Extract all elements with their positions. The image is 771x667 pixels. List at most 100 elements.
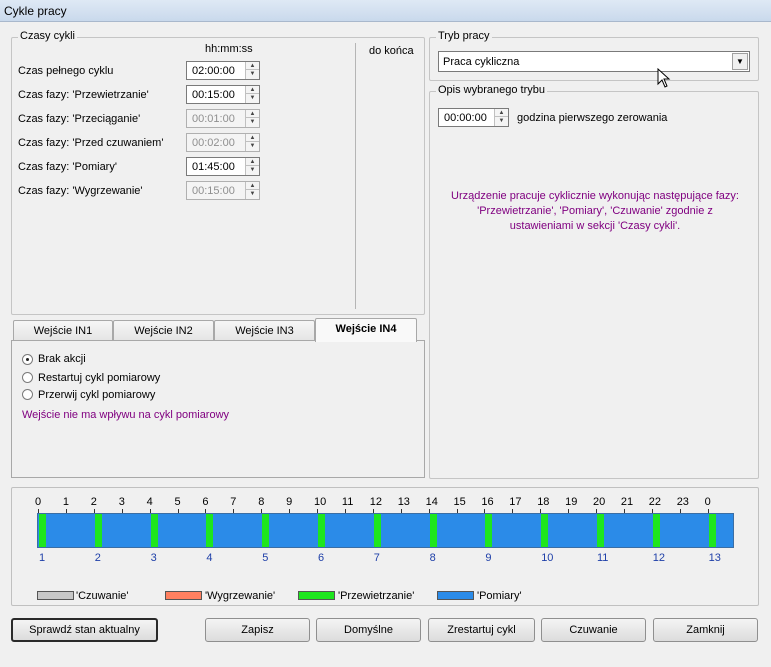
arrow-down-icon[interactable]: ▼ — [246, 166, 259, 174]
stepper-arrows[interactable]: ▲ ▼ — [494, 109, 508, 126]
row-label: Czas fazy: 'Przewietrzanie' — [18, 89, 149, 101]
cycle-times-title: Czasy cykli — [18, 30, 78, 42]
hour-tick-label: 6 — [202, 496, 209, 508]
full-cycle-time-stepper[interactable]: 02:00:00 ▲ ▼ — [186, 61, 260, 80]
description-line: Urządzenie pracuje cyklicznie wykonując … — [451, 190, 739, 202]
mode-select[interactable]: Praca cykliczna ▼ — [438, 51, 750, 72]
ventilation-segment — [429, 514, 437, 547]
save-button[interactable]: Zapisz — [205, 618, 310, 642]
stepper-arrows[interactable]: ▲ ▼ — [245, 158, 259, 175]
arrow-up-icon: ▲ — [246, 134, 259, 142]
title-bar: Cykle pracy — [0, 0, 771, 22]
legend-label: 'Czuwanie' — [76, 590, 129, 602]
hour-tick-label: 17 — [509, 496, 522, 508]
stepper-arrows[interactable]: ▲ ▼ — [245, 86, 259, 103]
hour-tick-label: 3 — [118, 496, 125, 508]
stepper-value: 00:01:00 — [192, 113, 235, 125]
tab-label: Wejście IN4 — [335, 323, 397, 335]
mouse-cursor-icon — [657, 68, 671, 88]
ventilation-segment — [262, 514, 270, 547]
first-reset-time-stepper[interactable]: 00:00:00 ▲ ▼ — [438, 108, 509, 127]
hour-tick-label: 4 — [146, 496, 153, 508]
ventilation-segment — [652, 514, 660, 547]
remaining-header: do końca — [369, 45, 414, 57]
cycle-number-label: 4 — [206, 552, 213, 564]
standby-button[interactable]: Czuwanie — [541, 618, 646, 642]
hour-tick-label: 8 — [258, 496, 265, 508]
arrow-down-icon[interactable]: ▼ — [246, 94, 259, 102]
stepper-value: 00:00:00 — [444, 112, 487, 124]
hour-tick-label: 7 — [230, 496, 237, 508]
tab-in3[interactable]: Wejście IN3 — [214, 320, 315, 341]
hour-tick-label: 16 — [481, 496, 494, 508]
cycle-number-label: 10 — [541, 552, 554, 564]
measurement-time-stepper[interactable]: 01:45:00 ▲ ▼ — [186, 157, 260, 176]
ventilation-segment — [318, 514, 325, 547]
ventilation-time-stepper[interactable]: 00:15:00 ▲ ▼ — [186, 85, 260, 104]
arrow-up-icon[interactable]: ▲ — [246, 62, 259, 70]
row-label: Czas fazy: 'Przeciąganie' — [18, 113, 141, 125]
arrow-down-icon: ▼ — [249, 119, 256, 125]
first-reset-time-label: godzina pierwszego zerowania — [517, 112, 668, 124]
hour-tick-label: 23 — [676, 496, 689, 508]
hour-tick-label: 0 — [704, 496, 711, 508]
tab-in4[interactable]: Wejście IN4 — [315, 318, 417, 342]
restart-cycle-button[interactable]: Zrestartuj cykl — [428, 618, 535, 642]
ventilation-segment — [708, 514, 716, 547]
cycle-number-label: 3 — [150, 552, 157, 564]
cycle-number-label: 5 — [262, 552, 269, 564]
radio-label[interactable]: Restartuj cykl pomiarowy — [38, 372, 160, 384]
arrow-up-icon[interactable]: ▲ — [495, 109, 508, 117]
radio-no-action[interactable] — [22, 354, 33, 365]
hour-tick-label: 14 — [425, 496, 438, 508]
arrow-up-icon[interactable]: ▲ — [246, 158, 259, 166]
arrow-down-icon: ▼ — [249, 191, 256, 197]
ventilation-segment — [373, 514, 381, 547]
radio-interrupt-cycle[interactable] — [22, 389, 33, 400]
stepper-value: 00:15:00 — [192, 185, 235, 197]
cycle-number-label: 7 — [373, 552, 380, 564]
tab-in2[interactable]: Wejście IN2 — [113, 320, 214, 341]
button-label: Czuwanie — [569, 624, 618, 636]
hour-tick-label: 19 — [565, 496, 578, 508]
cycle-number-label: 6 — [318, 552, 325, 564]
cycle-number-label: 8 — [429, 552, 436, 564]
cycle-timeline-bar — [37, 513, 734, 548]
stepper-value: 00:02:00 — [192, 137, 235, 149]
hour-tick-label: 9 — [286, 496, 293, 508]
radio-restart-cycle[interactable] — [22, 372, 33, 383]
row-label: Czas fazy: 'Pomiary' — [18, 161, 117, 173]
hour-tick-label: 0 — [35, 496, 42, 508]
stepper-arrows[interactable]: ▲ ▼ — [245, 62, 259, 79]
stepper-value: 01:45:00 — [192, 161, 235, 173]
input-tab-panel: Brak akcji Restartuj cykl pomiarowy Prze… — [11, 340, 425, 478]
cycle-number-label: 2 — [94, 552, 101, 564]
ventilation-segment — [39, 514, 46, 547]
ventilation-segment — [150, 514, 158, 547]
stepper-value: 02:00:00 — [192, 65, 235, 77]
hour-tick-label: 22 — [648, 496, 662, 508]
check-status-button[interactable]: Sprawdź stan aktualny — [11, 618, 158, 642]
row-label: Czas fazy: 'Wygrzewanie' — [18, 185, 143, 197]
arrow-down-icon[interactable]: ▼ — [495, 117, 508, 125]
tab-label: Wejście IN2 — [134, 325, 193, 337]
close-button[interactable]: Zamknij — [653, 618, 758, 642]
cycle-times-group: Czasy cykli hh:mm:ss do końca Czas pełne… — [11, 30, 425, 315]
ventilation-segment — [485, 514, 493, 547]
radio-label[interactable]: Brak akcji — [38, 353, 86, 365]
arrow-down-icon[interactable]: ▼ — [246, 70, 259, 78]
hour-tick-label: 2 — [90, 496, 97, 508]
hour-tick-label: 18 — [537, 496, 550, 508]
mode-description-text: Urządzenie pracuje cyklicznie wykonując … — [430, 189, 760, 234]
legend-label: 'Przewietrzanie' — [338, 590, 415, 602]
arrow-up-icon[interactable]: ▲ — [246, 86, 259, 94]
legend-swatch-ventilation — [298, 591, 335, 600]
button-label: Sprawdź stan aktualny — [29, 624, 140, 636]
radio-label[interactable]: Przerwij cykl pomiarowy — [38, 389, 155, 401]
tab-label: Wejście IN3 — [235, 325, 294, 337]
tab-in1[interactable]: Wejście IN1 — [13, 320, 113, 341]
stepper-value: 00:15:00 — [192, 89, 235, 101]
defaults-button[interactable]: Domyślne — [316, 618, 421, 642]
legend-swatch-standby — [37, 591, 74, 600]
chevron-down-icon[interactable]: ▼ — [732, 53, 748, 70]
